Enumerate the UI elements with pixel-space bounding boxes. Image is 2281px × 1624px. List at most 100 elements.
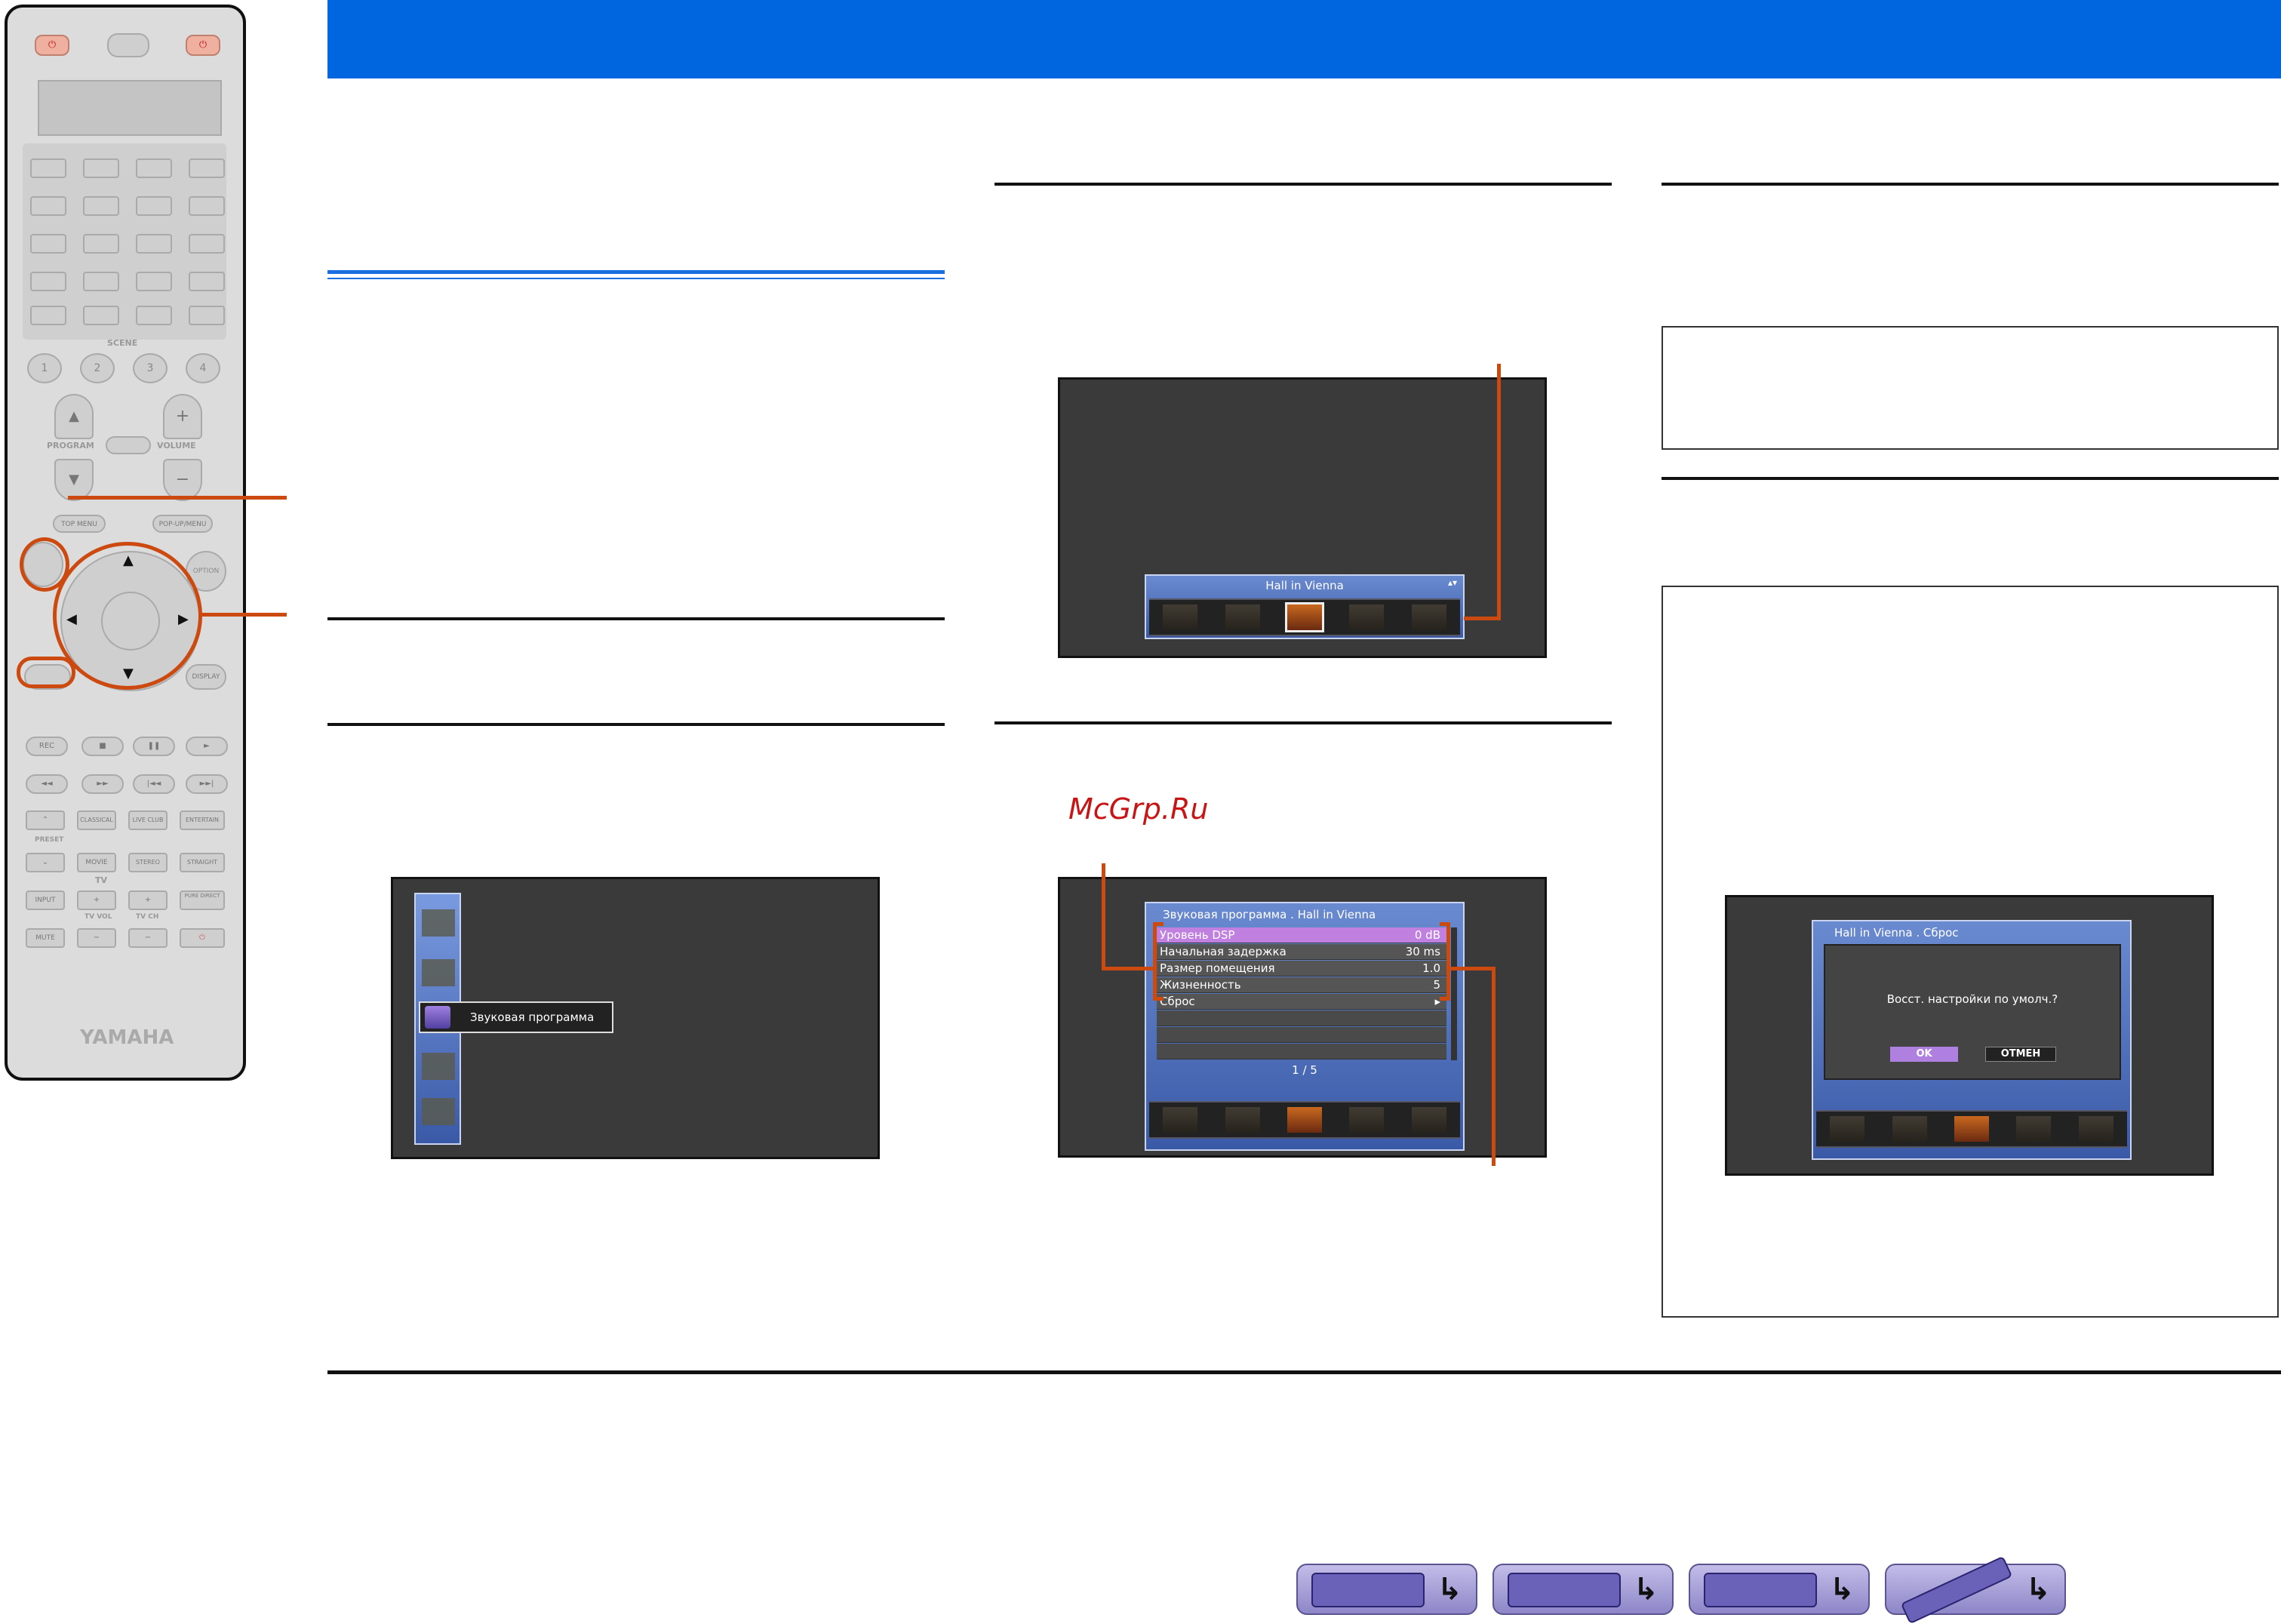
front-panel-icon — [1311, 1573, 1425, 1607]
program-thumb-selected[interactable] — [1954, 1116, 1989, 1142]
remote-grid-button[interactable] — [189, 234, 225, 254]
remote-grid-button[interactable] — [136, 272, 172, 291]
preset-up-button[interactable]: ⌃ — [26, 810, 65, 830]
tv-power-button[interactable]: ⏻ — [180, 928, 225, 948]
remote-grid-button[interactable] — [30, 234, 66, 254]
nav-front-panel-button[interactable]: ↳ — [1296, 1564, 1477, 1615]
movie-button[interactable]: MOVIE — [77, 853, 116, 872]
menu-item-sound-program[interactable]: Звуковая программа — [419, 1001, 613, 1033]
param-row-init-delay[interactable]: Начальная задержка 30 ms — [1157, 944, 1446, 960]
cancel-button[interactable]: ОТМЕН — [1985, 1047, 2056, 1062]
skip-forward-button[interactable]: ►►| — [186, 774, 228, 794]
nav-rear-panel-button[interactable]: ↳ — [1492, 1564, 1674, 1615]
remote-grid-button[interactable] — [30, 158, 66, 178]
rec-button[interactable]: REC — [26, 737, 68, 756]
tv-mute-button[interactable]: MUTE — [26, 928, 65, 948]
program-thumb[interactable] — [1163, 604, 1198, 630]
menu-icon-1[interactable] — [422, 909, 455, 937]
program-thumb[interactable] — [1225, 1107, 1260, 1133]
ok-button[interactable]: OK — [1890, 1047, 1958, 1062]
source-button[interactable] — [107, 33, 149, 57]
remote-grid-button[interactable] — [136, 196, 172, 216]
mute-small-button[interactable] — [106, 436, 151, 454]
menu-icon-4[interactable] — [422, 1053, 455, 1080]
remote-grid-button[interactable] — [189, 196, 225, 216]
popup-menu-button[interactable]: POP-UP/MENU — [152, 515, 213, 533]
program-thumb[interactable] — [1411, 604, 1446, 630]
program-thumb-selected[interactable] — [1284, 602, 1324, 632]
program-thumb[interactable] — [1349, 1107, 1385, 1133]
play-button[interactable]: ► — [186, 737, 228, 756]
tv-ch-down-button[interactable]: − — [128, 928, 168, 948]
power-off-button[interactable]: ⏻ — [186, 35, 220, 56]
live-club-button[interactable]: LIVE CLUB — [128, 810, 168, 830]
remote-grid-button[interactable] — [83, 234, 119, 254]
remote-grid-button[interactable] — [136, 306, 172, 325]
remote-grid-button[interactable] — [30, 196, 66, 216]
scene-3-button[interactable]: 3 — [133, 353, 168, 383]
volume-down-button[interactable]: − — [163, 459, 202, 501]
remote-grid-button[interactable] — [83, 272, 119, 291]
remote-grid-button[interactable] — [189, 158, 225, 178]
power-on-button[interactable]: ⏻ — [35, 35, 69, 56]
program-thumb[interactable] — [1225, 604, 1260, 630]
program-up-button[interactable]: ▲ — [54, 394, 94, 439]
remote-grid-button[interactable] — [83, 306, 119, 325]
program-down-button[interactable]: ▼ — [54, 459, 94, 501]
program-thumb-selected[interactable] — [1287, 1107, 1322, 1133]
classical-button[interactable]: CLASSICAL — [77, 810, 116, 830]
scene-4-button[interactable]: 4 — [186, 353, 220, 383]
remote-grid-button[interactable] — [136, 234, 172, 254]
straight-button[interactable]: STRAIGHT — [180, 853, 225, 872]
program-thumb[interactable] — [1411, 1107, 1446, 1133]
stop-button[interactable]: ■ — [81, 737, 124, 756]
params-scrollbar[interactable] — [1451, 927, 1457, 1060]
nav-arrow-icon: ↳ — [1633, 1572, 1658, 1607]
remote-grid-button[interactable] — [30, 272, 66, 291]
param-row-liveness[interactable]: Жизненность 5 — [1157, 977, 1446, 993]
remote-grid-button[interactable] — [83, 158, 119, 178]
remote-grid-button[interactable] — [83, 196, 119, 216]
skip-back-button[interactable]: |◄◄ — [133, 774, 175, 794]
top-menu-button[interactable]: TOP MENU — [53, 515, 106, 533]
remote-grid-button[interactable] — [30, 306, 66, 325]
preset-down-button[interactable]: ⌄ — [26, 853, 65, 872]
program-thumb[interactable] — [1830, 1116, 1865, 1142]
nav-display-button[interactable]: ↳ — [1689, 1564, 1870, 1615]
nav-arrow-icon: ↳ — [1829, 1572, 1855, 1607]
pause-button[interactable]: ❚❚ — [133, 737, 175, 756]
nav-remote-button[interactable]: ↳ — [1885, 1555, 2066, 1624]
program-thumb[interactable] — [2078, 1116, 2113, 1142]
sound-program-icon — [425, 1006, 450, 1029]
program-thumb[interactable] — [2016, 1116, 2052, 1142]
remote-grid-button[interactable] — [136, 158, 172, 178]
tv-ch-up-button[interactable]: + — [128, 890, 168, 910]
program-thumb[interactable] — [1892, 1116, 1927, 1142]
menu-icon-2[interactable] — [422, 959, 455, 986]
step-rule — [327, 617, 945, 620]
param-row-empty — [1157, 1044, 1446, 1060]
param-row-reset[interactable]: Сброс ▸ — [1157, 994, 1446, 1010]
fast-forward-button[interactable]: ►► — [81, 774, 124, 794]
rewind-button[interactable]: ◄◄ — [26, 774, 68, 794]
param-label: Жизненность — [1160, 978, 1241, 992]
program-thumb[interactable] — [1349, 604, 1385, 630]
volume-up-button[interactable]: + — [163, 394, 202, 439]
stereo-button[interactable]: STEREO — [128, 853, 168, 872]
display-button[interactable]: DISPLAY — [186, 664, 226, 690]
program-thumb[interactable] — [1163, 1107, 1198, 1133]
param-row-dsp-level[interactable]: Уровень DSP 0 dB — [1157, 927, 1446, 943]
remote-grid-button[interactable] — [189, 272, 225, 291]
remote-grid-button[interactable] — [189, 306, 225, 325]
scene-2-button[interactable]: 2 — [80, 353, 115, 383]
tv-vol-up-button[interactable]: + — [77, 890, 116, 910]
menu-icon-5[interactable] — [422, 1098, 455, 1125]
entertain-button[interactable]: ENTERTAIN — [180, 810, 225, 830]
param-row-room-size[interactable]: Размер помещения 1.0 — [1157, 961, 1446, 977]
scene-1-button[interactable]: 1 — [27, 353, 62, 383]
tv-vol-down-button[interactable]: − — [77, 928, 116, 948]
nav-arrow-icon: ↳ — [1437, 1572, 1462, 1607]
param-label: Начальная задержка — [1160, 945, 1287, 958]
tv-input-button[interactable]: INPUT — [26, 890, 65, 910]
pure-direct-button[interactable]: PURE DIRECT — [180, 890, 225, 910]
